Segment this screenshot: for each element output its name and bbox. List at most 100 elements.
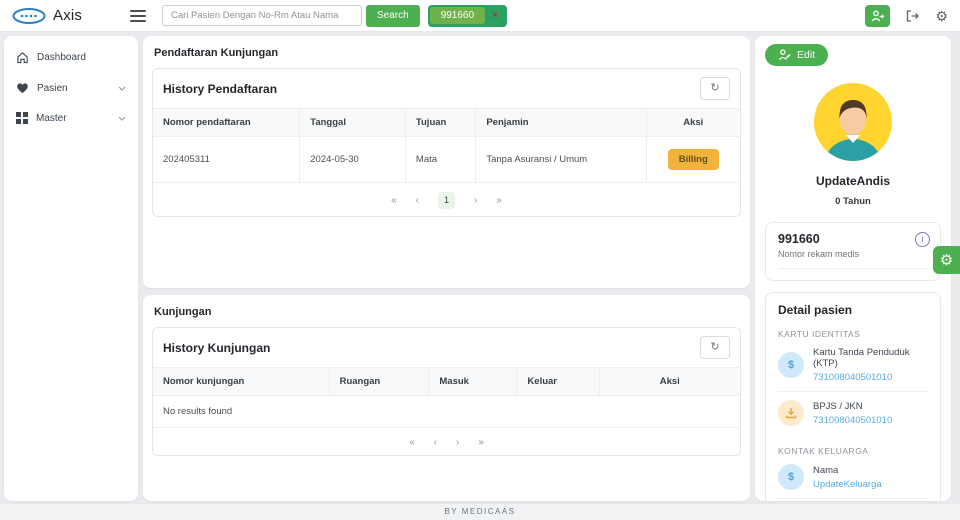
pagination-page-1[interactable]: 1 [438, 192, 455, 209]
column-header: Penjamin [475, 108, 647, 137]
topbar-actions: ⚙ [865, 4, 948, 27]
medical-record-number: 991660 [778, 232, 820, 246]
detail-item-title: Kartu Tanda Penduduk (KTP) [813, 347, 910, 369]
pagination: « ‹ 1 › » [153, 183, 740, 216]
history-kunjungan-card: History Kunjungan ↻ Nomor kunjungan Ruan… [152, 327, 741, 456]
column-header: Aksi [646, 108, 740, 137]
sidebar-item-pasien[interactable]: Pasien [4, 73, 138, 103]
detail-item-ktp: $ Kartu Tanda Penduduk (KTP) 73100804050… [778, 339, 928, 392]
pagination-next[interactable]: › [474, 195, 477, 206]
empty-message: No results found [153, 395, 740, 428]
search-button[interactable]: Search [366, 4, 420, 27]
cell-tujuan: Mata [405, 136, 477, 183]
medical-record-card: 991660 Nomor rekam medis i [765, 222, 941, 281]
footer: BY MEDICAAS [0, 503, 960, 520]
column-header: Tanggal [299, 108, 406, 137]
dollar-icon: $ [778, 352, 804, 378]
pagination: « ‹ › » [153, 428, 740, 455]
detail-title: Detail pasien [778, 303, 853, 317]
sidebar-item-label: Dashboard [37, 52, 86, 63]
detail-item-value: UpdateKeluarga [813, 478, 882, 490]
section-label-kontak-keluarga: KONTAK KELUARGA [778, 446, 869, 456]
patient-tag-label: 991660 [429, 7, 486, 24]
topbar: Axis Search 991660 × ⚙ [0, 0, 960, 32]
detail-item-nama: $ Nama UpdateKeluarga [778, 456, 928, 499]
person-plus-icon [871, 10, 885, 21]
home-icon [17, 52, 28, 64]
chevron-down-icon [118, 86, 126, 91]
axis-logo-icon [12, 7, 46, 24]
column-header: Keluar [516, 367, 600, 396]
column-header: Ruangan [329, 367, 430, 396]
table-row: 202405311 2024-05-30 Mata Tanpa Asuransi… [153, 136, 740, 183]
pagination-next[interactable]: › [456, 437, 459, 448]
grid-icon [16, 112, 28, 124]
sidebar-item-master[interactable]: Master [4, 103, 138, 133]
menu-toggle-button[interactable] [126, 6, 150, 26]
brand: Axis [12, 7, 116, 25]
pagination-first[interactable]: « [409, 437, 415, 448]
tag-close-icon[interactable]: × [485, 10, 505, 21]
settings-button[interactable]: ⚙ [935, 9, 948, 23]
registration-section-title: Pendaftaran Kunjungan [154, 47, 279, 59]
sidebar: Dashboard Pasien Master [4, 36, 138, 501]
pagination-last[interactable]: » [478, 437, 484, 448]
patient-tag: 991660 × [427, 4, 507, 27]
billing-button[interactable]: Billing [667, 149, 719, 170]
download-icon [778, 400, 804, 426]
patient-name: UpdateAndis [815, 174, 890, 188]
visits-section-title: Kunjungan [154, 306, 212, 318]
person-edit-icon [778, 49, 791, 61]
detail-item-telepon: ? Nomor Telepon 085685854720 [778, 499, 928, 501]
registration-section: Pendaftaran Kunjungan History Pendaftara… [143, 36, 750, 288]
refresh-button[interactable]: ↻ [700, 77, 730, 100]
gear-icon: ⚙ [935, 7, 948, 24]
content-column: Pendaftaran Kunjungan History Pendaftara… [143, 32, 750, 503]
pagination-first[interactable]: « [391, 195, 397, 206]
sidebar-item-label: Pasien [37, 82, 68, 94]
detail-item-bpjs: BPJS / JKN 731008040501010 [778, 392, 928, 434]
column-header: Tujuan [405, 108, 477, 137]
table-header-row: Nomor pendaftaran Tanggal Tujuan Penjami… [153, 108, 740, 137]
detail-item-value: 731008040501010 [813, 414, 893, 426]
info-icon[interactable]: i [915, 232, 930, 247]
patient-age: 0 Tahun [835, 196, 871, 207]
history-pendaftaran-card: History Pendaftaran ↻ Nomor pendaftaran … [152, 68, 741, 217]
column-header: Aksi [599, 367, 740, 396]
logout-icon [907, 9, 920, 22]
brand-name: Axis [53, 7, 83, 24]
gear-icon: ⚙ [939, 251, 954, 269]
empty-row: No results found [153, 395, 740, 428]
sidebar-item-label: Master [36, 112, 67, 124]
logout-button[interactable] [905, 9, 920, 23]
cell-nomor-pendaftaran: 202405311 [153, 136, 301, 183]
visits-table: Nomor kunjungan Ruangan Masuk Keluar Aks… [153, 367, 740, 428]
patient-detail-card: Detail pasien KARTU IDENTITAS $ Kartu Ta… [765, 292, 941, 501]
search-input[interactable] [162, 5, 362, 26]
visits-section: Kunjungan History Kunjungan ↻ Nomor kunj… [143, 295, 750, 501]
pagination-prev[interactable]: ‹ [416, 195, 419, 206]
divider [778, 268, 928, 273]
refresh-button[interactable]: ↻ [700, 336, 730, 359]
column-header: Nomor pendaftaran [153, 108, 301, 137]
edit-patient-button[interactable]: Edit [765, 44, 829, 66]
detail-item-value: 731008040501010 [813, 372, 893, 383]
register-patient-button[interactable] [865, 4, 891, 27]
edit-button-label: Edit [797, 49, 816, 61]
detail-item-title: BPJS / JKN [813, 400, 863, 412]
section-label-kartu-identitas: KARTU IDENTITAS [778, 329, 861, 339]
sidebar-item-dashboard[interactable]: Dashboard [4, 42, 138, 73]
history-pendaftaran-title: History Pendaftaran [163, 81, 278, 96]
panel-settings-button[interactable]: ⚙ [933, 246, 960, 274]
table-header-row: Nomor kunjungan Ruangan Masuk Keluar Aks… [153, 367, 740, 396]
dollar-icon: $ [778, 464, 804, 490]
pagination-last[interactable]: » [496, 195, 502, 206]
patient-avatar [814, 83, 892, 161]
cell-penjamin: Tanpa Asuransi / Umum [475, 136, 647, 183]
history-kunjungan-title: History Kunjungan [163, 340, 271, 355]
column-header: Nomor kunjungan [153, 367, 330, 396]
pagination-prev[interactable]: ‹ [434, 437, 437, 448]
heart-icon [17, 83, 28, 94]
column-header: Masuk [428, 367, 518, 396]
patient-panel: Edit UpdateAndis 0 Tahun 991660 Nomor re… [755, 36, 951, 501]
